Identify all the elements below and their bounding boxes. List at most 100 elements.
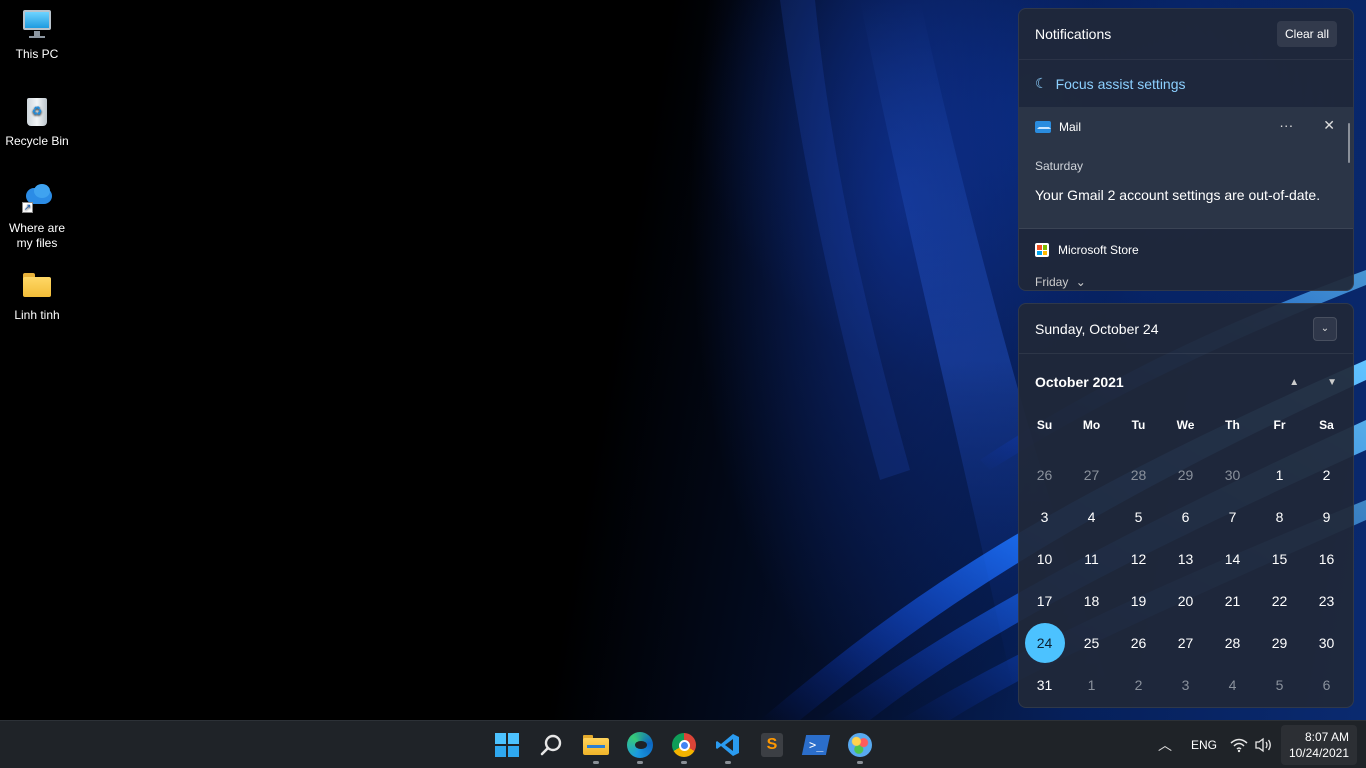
calendar-day[interactable]: 26: [1115, 622, 1162, 664]
network-volume-button[interactable]: [1230, 721, 1274, 768]
calendar-day[interactable]: 23: [1303, 580, 1350, 622]
close-icon[interactable]: ✕: [1323, 117, 1335, 134]
edge-button[interactable]: [620, 729, 660, 764]
weekday-label: We: [1176, 418, 1195, 432]
notifications-scrollbar[interactable]: [1348, 123, 1350, 163]
calendar-day[interactable]: 29: [1162, 454, 1209, 496]
calendar-day[interactable]: 21: [1209, 580, 1256, 622]
notification-day: Saturday: [1035, 159, 1084, 173]
mail-icon: [1035, 121, 1051, 133]
calendar-day[interactable]: 12: [1115, 538, 1162, 580]
calendar-day[interactable]: 5: [1115, 496, 1162, 538]
calendar-flyout: Sunday, October 24 ⌄ October 2021 ▲ ▼ Su…: [1018, 303, 1354, 708]
folder-icon: [20, 269, 54, 303]
calendar-week-row: 10 11 12 13 14 15 16: [1019, 538, 1353, 580]
calendar-day[interactable]: 27: [1068, 454, 1115, 496]
onedrive-shortcut-icon: ↗: [20, 182, 54, 216]
calendar-day[interactable]: 15: [1256, 538, 1303, 580]
calendar-day[interactable]: 19: [1115, 580, 1162, 622]
vscode-button[interactable]: [708, 729, 748, 764]
calendar-day[interactable]: 22: [1256, 580, 1303, 622]
calendar-day[interactable]: 14: [1209, 538, 1256, 580]
calendar-day[interactable]: 17: [1021, 580, 1068, 622]
calendar-collapse-button[interactable]: ⌄: [1313, 316, 1337, 341]
calendar-day[interactable]: 1: [1068, 664, 1115, 706]
wifi-icon: [1230, 738, 1248, 753]
input-language-indicator[interactable]: ENG: [1191, 721, 1217, 768]
weekday-label: Fr: [1273, 418, 1286, 432]
calendar-day[interactable]: 16: [1303, 538, 1350, 580]
calendar-day[interactable]: 28: [1209, 622, 1256, 664]
focus-assist-settings-link[interactable]: ☾ Focus assist settings: [1019, 59, 1353, 107]
notification-card-mail[interactable]: Mail ··· ✕ Saturday Your Gmail 2 account…: [1019, 107, 1353, 229]
show-hidden-icons-button[interactable]: ︿: [1158, 721, 1172, 768]
calendar-day[interactable]: 6: [1162, 496, 1209, 538]
desktop-icon-recycle-bin[interactable]: ♻ Recycle Bin: [0, 95, 74, 149]
calendar-day[interactable]: 4: [1068, 496, 1115, 538]
desktop-icon-linh-tinh[interactable]: Linh tinh: [0, 269, 74, 323]
more-options-icon[interactable]: ···: [1279, 117, 1293, 134]
calendar-day[interactable]: 4: [1209, 664, 1256, 706]
calendar-day[interactable]: 10: [1021, 538, 1068, 580]
calendar-day[interactable]: 2: [1115, 664, 1162, 706]
calendar-day[interactable]: 5: [1256, 664, 1303, 706]
desktop-icon-label: This PC: [15, 47, 59, 61]
calendar-day[interactable]: 11: [1068, 538, 1115, 580]
calendar-day[interactable]: 3: [1162, 664, 1209, 706]
desktop-icon-where-are-my-files[interactable]: ↗ Where are my files: [0, 182, 74, 251]
start-icon: [495, 733, 519, 757]
chrome-button[interactable]: [664, 729, 704, 764]
calendar-date-header: Sunday, October 24 ⌄: [1019, 304, 1353, 354]
calendar-day[interactable]: 30: [1209, 454, 1256, 496]
notification-group-microsoft-store[interactable]: Microsoft Store: [1019, 229, 1353, 271]
calendar-day[interactable]: 31: [1021, 664, 1068, 706]
powershell-icon: >_: [801, 735, 831, 755]
file-explorer-button[interactable]: [576, 729, 616, 764]
calendar-day-today[interactable]: 24: [1021, 622, 1068, 664]
language-label: ENG: [1191, 738, 1218, 752]
paint-button[interactable]: [840, 729, 880, 764]
notification-app-name: Mail: [1059, 120, 1082, 134]
calendar-week-row: 17 18 19 20 21 22 23: [1019, 580, 1353, 622]
calendar-day[interactable]: 25: [1068, 622, 1115, 664]
calendar-day[interactable]: 6: [1303, 664, 1350, 706]
desktop-icon-this-pc[interactable]: This PC: [0, 8, 74, 62]
volume-icon: [1255, 737, 1271, 753]
weekday-label: Su: [1036, 418, 1053, 432]
calendar-day[interactable]: 30: [1303, 622, 1350, 664]
start-button[interactable]: [487, 729, 527, 761]
month-label[interactable]: October 2021: [1035, 374, 1124, 390]
sublime-text-button[interactable]: S: [752, 729, 792, 761]
calendar-day[interactable]: 13: [1162, 538, 1209, 580]
edge-icon: [627, 732, 653, 758]
vscode-icon: [716, 734, 739, 756]
calendar-day[interactable]: 7: [1209, 496, 1256, 538]
clear-all-button[interactable]: Clear all: [1276, 21, 1337, 47]
calendar-day[interactable]: 29: [1256, 622, 1303, 664]
calendar-week-row: 24 25 26 27 28 29 30: [1019, 622, 1353, 664]
calendar-day[interactable]: 1: [1256, 454, 1303, 496]
next-month-icon[interactable]: ▼: [1327, 377, 1337, 388]
previous-month-icon[interactable]: ▲: [1289, 377, 1299, 388]
notifications-header: Notifications Clear all: [1019, 9, 1353, 59]
monitor-icon: [20, 8, 54, 42]
calendar-day[interactable]: 27: [1162, 622, 1209, 664]
calendar-day[interactable]: 8: [1256, 496, 1303, 538]
calendar-day[interactable]: 3: [1021, 496, 1068, 538]
calendar-day[interactable]: 18: [1068, 580, 1115, 622]
notification-group-expander[interactable]: Friday ⌄: [1019, 275, 1353, 289]
desktop-icon-label: Linh tinh: [14, 308, 60, 322]
calendar-day[interactable]: 20: [1162, 580, 1209, 622]
calendar-day[interactable]: 26: [1021, 454, 1068, 496]
file-explorer-icon: [583, 735, 609, 755]
weekday-label: Tu: [1131, 418, 1146, 432]
search-button[interactable]: [531, 729, 571, 761]
calendar-day[interactable]: 2: [1303, 454, 1350, 496]
clock-button[interactable]: 8:07 AM 10/24/2021: [1281, 725, 1357, 765]
powershell-button[interactable]: >_: [796, 729, 836, 761]
calendar-day[interactable]: 28: [1115, 454, 1162, 496]
calendar-week-row: 31 1 2 3 4 5 6: [1019, 664, 1353, 706]
calendar-day[interactable]: 9: [1303, 496, 1350, 538]
taskbar: S >_ ︿ ENG 8:07 AM 10/24/2021: [0, 720, 1366, 768]
chevron-down-icon: ⌄: [1320, 323, 1330, 334]
